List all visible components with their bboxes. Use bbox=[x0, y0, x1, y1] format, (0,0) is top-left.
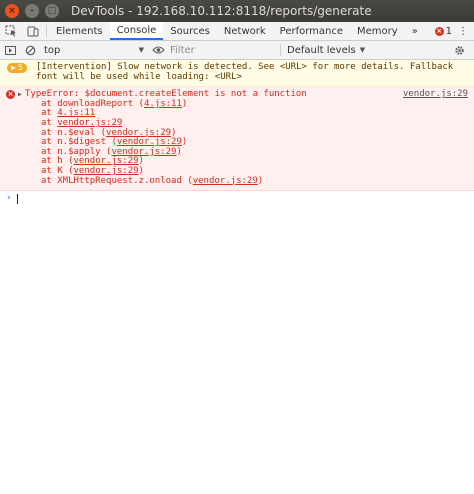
stack-frame-link[interactable]: vendor.js:29 bbox=[74, 156, 139, 167]
inspect-element-icon[interactable] bbox=[0, 22, 22, 40]
stack-frame-suffix: ) bbox=[176, 146, 182, 157]
more-tabs-button[interactable]: » bbox=[405, 22, 425, 40]
error-icon: × bbox=[6, 90, 15, 100]
tab-console[interactable]: Console bbox=[109, 22, 164, 40]
stack-frame-suffix: ) bbox=[138, 156, 144, 167]
warning-count-badge[interactable]: ▶ 5 bbox=[7, 63, 27, 73]
stack-frame-text: at bbox=[41, 117, 58, 128]
warning-count: 5 bbox=[17, 63, 23, 72]
window-title: DevTools - 192.168.10.112:8118/reports/g… bbox=[71, 4, 372, 18]
stack-frame-text: at n.$digest ( bbox=[41, 137, 117, 148]
chevron-down-icon: ▼ bbox=[138, 46, 144, 54]
stack-frame-suffix: ) bbox=[181, 137, 188, 148]
device-toolbar-icon[interactable] bbox=[22, 22, 44, 40]
context-value: top bbox=[44, 44, 61, 56]
toggle-sidebar-icon[interactable] bbox=[0, 41, 20, 59]
warning-text: [Intervention] Slow network is detected.… bbox=[36, 62, 454, 82]
tab-performance[interactable]: Performance bbox=[273, 22, 350, 40]
stack-frame-text: at downloadReport ( bbox=[41, 98, 144, 109]
text-caret bbox=[17, 194, 19, 205]
context-selector[interactable]: top ▼ bbox=[40, 45, 148, 56]
expand-arrow-icon: ▶ bbox=[11, 63, 16, 72]
live-expression-eye-icon[interactable] bbox=[148, 41, 168, 59]
stack-frame-text: at bbox=[41, 108, 58, 119]
stack-frame-link[interactable]: vendor.js:29 bbox=[57, 118, 122, 128]
error-icon: × bbox=[434, 26, 444, 36]
stack-frame-text: at h ( bbox=[41, 156, 74, 167]
prompt-chevron-icon: › bbox=[6, 193, 12, 204]
devtools-menu-icon[interactable]: ⋮ bbox=[458, 26, 468, 37]
devtools-tabbar: Elements Console Sources Network Perform… bbox=[0, 22, 474, 41]
stack-frame-link[interactable]: vendor.js:29 bbox=[74, 166, 139, 176]
minimize-window-button[interactable]: – bbox=[25, 4, 39, 18]
log-levels-dropdown[interactable]: Default levels ▼ bbox=[280, 44, 365, 56]
console-prompt[interactable]: › bbox=[0, 191, 474, 207]
tab-elements[interactable]: Elements bbox=[49, 22, 110, 40]
stack-frame-suffix: ) bbox=[138, 165, 144, 176]
filter-input[interactable] bbox=[168, 43, 278, 57]
stack-frame-link[interactable]: vendor.js:29 bbox=[106, 128, 171, 138]
log-levels-value: Default levels bbox=[287, 44, 356, 56]
console-settings-gear-icon[interactable] bbox=[449, 41, 469, 59]
stack-frame-link[interactable]: vendor.js:29 bbox=[111, 147, 176, 157]
stack-frame-suffix: ) bbox=[181, 98, 188, 109]
error-message: × ▶ TypeError: $document.createElement i… bbox=[0, 87, 474, 192]
stack-frame-text: at n.$eval ( bbox=[41, 127, 107, 138]
chevron-down-icon: ▼ bbox=[359, 46, 366, 54]
console-toolbar: top ▼ Default levels ▼ bbox=[0, 41, 474, 60]
stack-frame-text: at K ( bbox=[41, 165, 74, 176]
stack-frame-link[interactable]: 4.js:11 bbox=[57, 108, 95, 119]
expand-triangle-icon[interactable]: ▶ bbox=[18, 90, 22, 100]
error-source-link[interactable]: vendor.js:29 bbox=[403, 90, 468, 100]
stack-frame-link[interactable]: 4.js:11 bbox=[144, 99, 182, 109]
error-count: 1 bbox=[445, 25, 452, 37]
stack-frame-link[interactable]: vendor.js:29 bbox=[193, 176, 258, 186]
stack-frame-text: at n.$apply ( bbox=[41, 146, 112, 157]
window-titlebar: × – □ DevTools - 192.168.10.112:8118/rep… bbox=[0, 0, 474, 22]
warning-message: ▶ 5 [Intervention] Slow network is detect… bbox=[0, 60, 474, 88]
toolbar-divider bbox=[46, 25, 47, 37]
stack-frame: at XMLHttpRequest.z.onload (vendor.js:29… bbox=[25, 175, 468, 187]
error-count-badge[interactable]: × 1 bbox=[434, 25, 452, 37]
clear-console-icon[interactable] bbox=[20, 41, 40, 59]
stack-frame-text: at XMLHttpRequest.z.onload ( bbox=[41, 175, 193, 186]
tab-network[interactable]: Network bbox=[217, 22, 273, 40]
stack-frame-suffix: ) bbox=[257, 175, 264, 186]
tab-sources[interactable]: Sources bbox=[163, 22, 217, 40]
stack-frame-link[interactable]: vendor.js:29 bbox=[117, 137, 182, 147]
console-output: ▶ 5 [Intervention] Slow network is detect… bbox=[0, 60, 474, 494]
stack-frame-suffix: ) bbox=[171, 127, 177, 138]
close-window-button[interactable]: × bbox=[5, 4, 19, 18]
tab-memory[interactable]: Memory bbox=[350, 22, 405, 40]
maximize-window-button[interactable]: □ bbox=[45, 4, 59, 18]
